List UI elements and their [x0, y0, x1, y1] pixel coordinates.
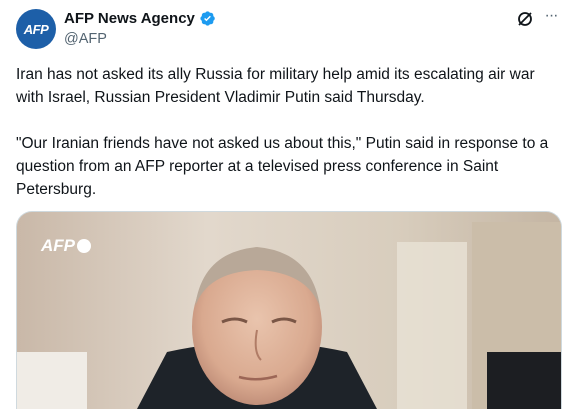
- afp-watermark: AFP: [41, 236, 91, 256]
- tweet: AFP AFP News Agency @AFP ··· Iran has no…: [0, 0, 571, 409]
- tweet-photo[interactable]: AFP: [16, 211, 562, 409]
- more-options-icon[interactable]: ···: [541, 6, 561, 26]
- avatar[interactable]: AFP: [16, 9, 56, 49]
- grok-icon[interactable]: [516, 10, 534, 28]
- watermark-text: AFP: [41, 236, 75, 255]
- author-handle[interactable]: @AFP: [64, 31, 107, 47]
- verified-badge-icon: [200, 11, 215, 26]
- tweet-paragraph-2: "Our Iranian friends have not asked us a…: [16, 135, 549, 198]
- tweet-paragraph-1: Iran has not asked its ally Russia for m…: [16, 66, 535, 106]
- author-name-row: AFP News Agency: [64, 10, 216, 27]
- tweet-text: Iran has not asked its ally Russia for m…: [16, 63, 561, 201]
- photo-scene: [17, 212, 561, 409]
- watermark-dot: [77, 239, 91, 253]
- author-display-name[interactable]: AFP News Agency: [64, 10, 195, 27]
- avatar-label: AFP: [23, 21, 49, 37]
